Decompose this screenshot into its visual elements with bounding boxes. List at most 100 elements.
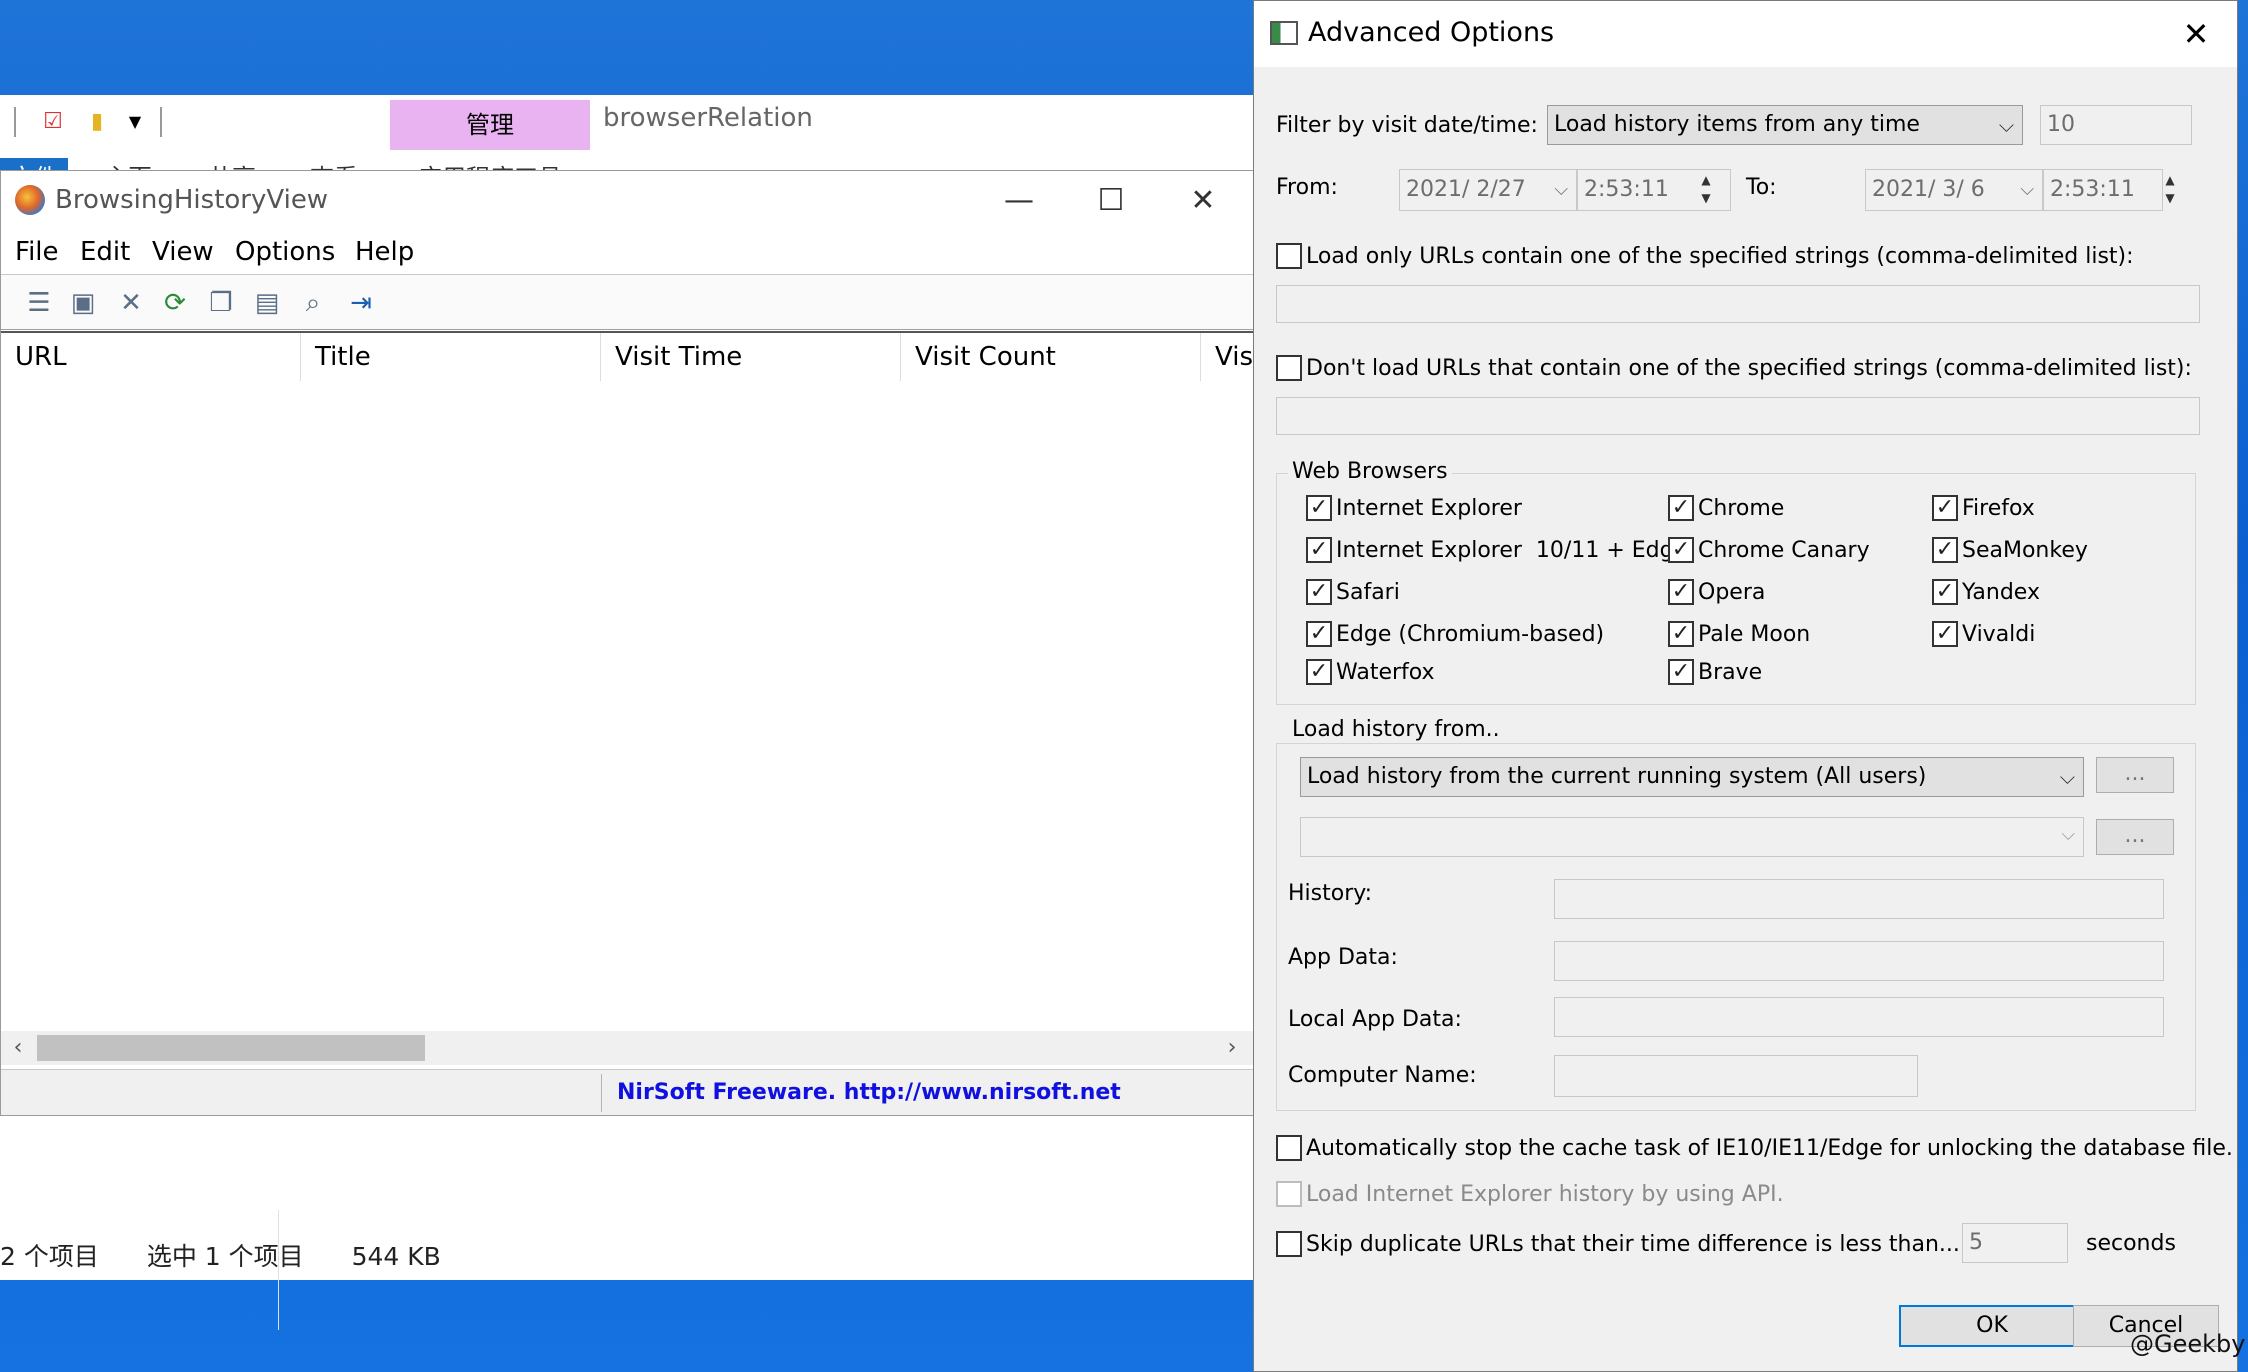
local-app-data-field[interactable] [1554,997,2164,1037]
ok-button[interactable]: OK [1899,1305,2085,1347]
browser-option-opera[interactable]: ✓ Opera [1668,579,1765,605]
browser-option-vivaldi[interactable]: ✓ Vivaldi [1932,621,2035,647]
checkbox[interactable]: ✓ [1306,495,1332,521]
exit-icon[interactable]: ⇥ [345,287,377,319]
browser-option-chrome[interactable]: ✓ Chrome [1668,495,1784,521]
browser-option-chrome-canary[interactable]: ✓ Chrome Canary [1668,537,1870,563]
browser-label: Internet Explorer 10/11 + Edge [1336,537,1688,563]
checkbox[interactable]: ✓ [1668,659,1694,685]
checkbox[interactable]: ✓ [1932,621,1958,647]
horizontal-scrollbar[interactable]: ‹ › [1,1031,1253,1065]
profile-folder-select[interactable]: ⌵ [1300,817,2084,857]
menu-view[interactable]: View [152,237,214,267]
ie-api-checkbox [1276,1181,1302,1207]
column-header-visit-time[interactable]: Visit Time [601,333,901,381]
checkbox[interactable]: ✓ [1932,579,1958,605]
browser-label: Chrome Canary [1698,537,1870,563]
checkbox[interactable]: ✓ [1932,495,1958,521]
ie-api-label: Load Internet Explorer history by using … [1306,1181,1784,1207]
browser-option-waterfox[interactable]: ✓ Waterfox [1306,659,1435,685]
history-list[interactable]: URL Title Visit Time Visit Count Vis [1,331,1253,1031]
browser-option-ie-edge[interactable]: ✓ Internet Explorer 10/11 + Edge [1306,537,1687,563]
menu-options[interactable]: Options [235,237,335,267]
scroll-right-icon[interactable]: › [1215,1031,1249,1065]
exclude-urls-checkbox[interactable] [1276,355,1302,381]
checkbox[interactable]: ✓ [1668,579,1694,605]
browser-label: Firefox [1962,495,2035,521]
filter-number-field[interactable]: 10 [2040,105,2192,145]
checkbox[interactable]: ✓ [1306,537,1332,563]
history-path-field[interactable] [1554,879,2164,919]
app-data-field[interactable] [1554,941,2164,981]
skip-duplicate-option[interactable]: Skip duplicate URLs that their time diff… [1276,1231,1960,1257]
find-icon[interactable]: ⌕ [297,287,329,319]
browse-profile-button[interactable]: ... [2096,819,2174,855]
seconds-label: seconds [2086,1231,2176,1256]
column-header-title[interactable]: Title [301,333,601,381]
from-date-picker[interactable]: 2021/ 2/27 ⌵ [1399,169,1577,211]
auto-stop-cache-option[interactable]: Automatically stop the cache task of IE1… [1276,1135,2233,1161]
to-date-picker[interactable]: 2021/ 3/ 6 ⌵ [1865,169,2043,211]
browser-option-internet-explorer[interactable]: ✓ Internet Explorer [1306,495,1522,521]
checkbox[interactable]: ✓ [1306,621,1332,647]
minimize-button[interactable]: — [973,171,1065,231]
menu-help[interactable]: Help [355,237,414,267]
checkbox[interactable]: ✓ [1668,621,1694,647]
include-urls-option[interactable]: Load only URLs contain one of the specif… [1276,243,2134,269]
delete-icon[interactable]: ✕ [115,287,147,319]
skip-duplicate-seconds-field[interactable]: 5 [1962,1223,2068,1263]
browse-source-button[interactable]: ... [2096,757,2174,793]
filter-select[interactable]: Load history items from any time ⌵ [1547,105,2023,145]
save-icon[interactable]: ▣ [67,287,99,319]
to-time-spinner[interactable]: ▲ ▼ [2158,171,2182,209]
exclude-urls-field[interactable] [1276,397,2200,435]
browser-option-safari[interactable]: ✓ Safari [1306,579,1400,605]
browser-option-brave[interactable]: ✓ Brave [1668,659,1762,685]
include-urls-label: Load only URLs contain one of the specif… [1306,243,2134,269]
dialog-close-button[interactable]: ✕ [2156,1,2236,67]
browser-option-pale-moon[interactable]: ✓ Pale Moon [1668,621,1810,647]
browser-label: Internet Explorer [1336,495,1522,521]
from-time-spinner[interactable]: ▲ ▼ [1694,171,1718,209]
properties-icon[interactable]: ▤ [251,287,283,319]
browser-option-yandex[interactable]: ✓ Yandex [1932,579,2040,605]
scroll-left-icon[interactable]: ‹ [1,1031,35,1065]
to-time-field[interactable]: 2:53:11 [2043,169,2163,211]
include-urls-field[interactable] [1276,285,2200,323]
skip-duplicate-checkbox[interactable] [1276,1231,1302,1257]
nirsoft-link[interactable]: NirSoft Freeware. http://www.nirsoft.net [617,1080,1121,1105]
maximize-button[interactable]: ☐ [1065,171,1157,231]
history-label: History: [1288,881,1373,906]
close-button[interactable]: ✕ [1157,171,1249,231]
properties-check-icon[interactable]: ☑ [40,109,66,135]
column-header-visit-count[interactable]: Visit Count [901,333,1201,381]
column-header-url[interactable]: URL [1,333,301,381]
local-app-data-label: Local App Data: [1288,1007,1462,1032]
include-urls-checkbox[interactable] [1276,243,1302,269]
chevron-down-icon: ⌵ [2061,824,2075,845]
copy-icon[interactable]: ❐ [205,287,237,319]
checkbox[interactable]: ✓ [1668,495,1694,521]
exclude-urls-option[interactable]: Don't load URLs that contain one of the … [1276,355,2192,381]
customize-dropdown-icon[interactable]: ▼ [122,109,148,135]
auto-stop-cache-checkbox[interactable] [1276,1135,1302,1161]
checkbox[interactable]: ✓ [1306,659,1332,685]
browser-option-seamonkey[interactable]: ✓ SeaMonkey [1932,537,2088,563]
ribbon-manage-tab[interactable]: 管理 [390,100,590,150]
folder-icon[interactable]: ▮ [84,109,110,135]
refresh-icon[interactable]: ⟳ [159,287,191,319]
checkbox[interactable]: ✓ [1306,579,1332,605]
browser-option-edge-chromium[interactable]: ✓ Edge (Chromium-based) [1306,621,1604,647]
checkbox[interactable]: ✓ [1668,537,1694,563]
load-source-select[interactable]: Load history from the current running sy… [1300,757,2084,797]
watermark: @Geekby [2130,1330,2246,1358]
computer-name-field[interactable] [1554,1055,1918,1097]
scrollbar-thumb[interactable] [37,1035,425,1061]
column-header-visited-from[interactable]: Vis [1201,333,1253,381]
menu-edit[interactable]: Edit [80,237,130,267]
browser-option-firefox[interactable]: ✓ Firefox [1932,495,2035,521]
menu-file[interactable]: File [15,237,59,267]
advanced-options-icon[interactable]: ☰ [23,287,55,319]
quick-access-separator [160,107,162,137]
checkbox[interactable]: ✓ [1932,537,1958,563]
